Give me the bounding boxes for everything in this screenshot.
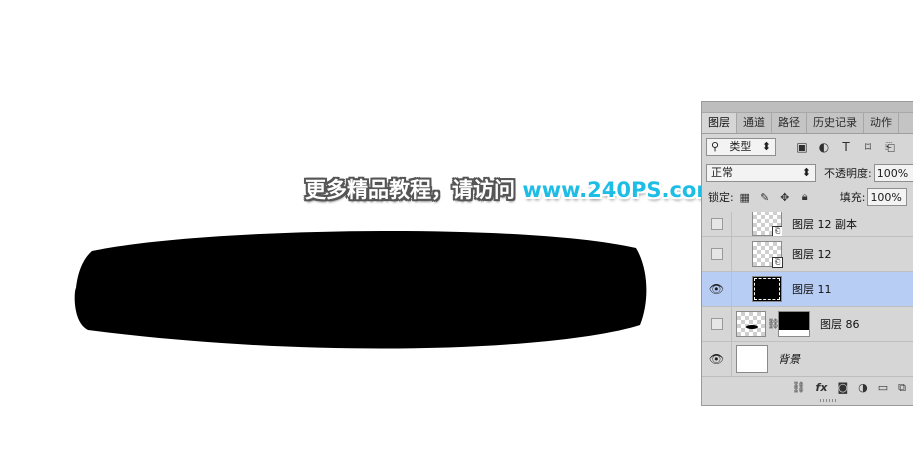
lock-label: 锁定:	[708, 191, 734, 204]
image-filter-icon[interactable]: ▣	[794, 139, 810, 155]
layer-name: 图层 11	[792, 283, 832, 296]
layer-row-selected[interactable]: 👁︎ 图层 11	[702, 272, 913, 307]
layer-name: 图层 12	[792, 248, 832, 261]
updown-arrows-icon: ⬍	[761, 140, 771, 153]
hidden-box-icon	[710, 248, 723, 260]
blend-row: 正常 ⬍ 不透明度: 100%	[702, 160, 913, 186]
layers-panel: 图层 通道 路径 历史记录 动作 ⚲ 类型 ⬍ ▣ ◐ T ⌑ ⎗ 正常 ⬍ 不…	[701, 101, 913, 406]
watermark: 更多精品教程，请访问 www.240PS.com	[305, 174, 718, 206]
filter-type-label: 类型	[729, 140, 752, 153]
filter-row: ⚲ 类型 ⬍ ▣ ◐ T ⌑ ⎗	[702, 134, 913, 160]
tab-actions[interactable]: 动作	[864, 113, 899, 133]
visibility-toggle[interactable]: 👁︎	[702, 342, 732, 376]
filter-type-select[interactable]: ⚲ 类型 ⬍	[706, 138, 776, 156]
tab-channels[interactable]: 通道	[737, 113, 772, 133]
search-icon: ⚲	[711, 140, 720, 153]
chain-link-icon[interactable]: ⛓	[767, 319, 780, 330]
lock-position-move-icon[interactable]: ✥	[778, 190, 792, 204]
layer-thumbnail	[736, 311, 766, 337]
eye-icon: 👁︎	[708, 352, 725, 366]
smart-object-filter-icon[interactable]: ⎗	[882, 139, 898, 155]
layer-name: 图层 86	[820, 318, 860, 331]
new-layer-icon[interactable]: ⧉	[898, 381, 906, 395]
visibility-toggle[interactable]: 👁︎	[702, 272, 732, 306]
lock-icons: ▦ ✎ ✥ 🔒︎	[738, 190, 812, 204]
opacity-input[interactable]: 100%	[873, 164, 913, 182]
shape-filter-icon[interactable]: ⌑	[860, 139, 876, 155]
smart-object-badge-icon: ⎗	[772, 257, 783, 268]
lock-row: 锁定: ▦ ✎ ✥ 🔒︎ 填充: 100%	[702, 186, 913, 208]
visibility-toggle[interactable]	[702, 237, 732, 271]
watermark-url: www.240PS.com	[522, 178, 719, 202]
filter-icons: ▣ ◐ T ⌑ ⎗	[794, 139, 898, 155]
layer-row[interactable]: ⛓ 图层 86	[702, 307, 913, 342]
fx-icon[interactable]: fx	[816, 381, 828, 394]
panel-footer: ⛓ fx ◙ ◑ ▭ ⧉	[702, 376, 913, 398]
hidden-box-icon	[710, 318, 723, 330]
lock-all-icon[interactable]: 🔒︎	[798, 190, 812, 204]
layer-row[interactable]: 👁︎ 背景	[702, 342, 913, 377]
watermark-text: 更多精品教程，请访问	[305, 178, 523, 202]
add-mask-icon[interactable]: ◙	[837, 381, 848, 394]
layer-thumbnail: ⎗	[752, 241, 783, 268]
shape-preview	[746, 325, 758, 329]
eye-icon: 👁︎	[708, 282, 725, 296]
tab-paths[interactable]: 路径	[772, 113, 807, 133]
link-layers-icon[interactable]: ⛓	[792, 381, 806, 394]
layer-name: 图层 12 副本	[792, 218, 857, 231]
adjustment-filter-icon[interactable]: ◐	[816, 139, 832, 155]
smart-object-badge-icon: ⎗	[772, 226, 782, 236]
layer-thumbnail	[736, 345, 768, 373]
layer-name: 背景	[778, 353, 800, 366]
blend-mode-select[interactable]: 正常 ⬍	[706, 164, 816, 182]
hidden-box-icon	[710, 218, 723, 230]
fill-label: 填充:	[839, 191, 866, 204]
lock-pixels-brush-icon[interactable]: ✎	[758, 190, 772, 204]
layer-list: ⎗ 图层 12 副本 ⎗ 图层 12 👁︎ 图层 11 ⛓ 图层 86 👁︎ 背…	[702, 212, 913, 377]
blend-mode-value: 正常	[711, 166, 733, 179]
fill-input[interactable]: 100%	[867, 188, 908, 206]
updown-arrows-icon: ⬍	[801, 166, 811, 179]
layer-thumbnail	[752, 276, 782, 302]
visibility-toggle[interactable]	[702, 212, 732, 236]
panel-title-bar[interactable]	[702, 102, 913, 113]
layer-row[interactable]: ⎗ 图层 12 副本	[702, 212, 913, 237]
type-filter-icon[interactable]: T	[838, 139, 854, 155]
tab-history[interactable]: 历史记录	[807, 113, 864, 133]
lock-transparency-icon[interactable]: ▦	[738, 190, 752, 204]
new-group-icon[interactable]: ▭	[878, 381, 888, 394]
tab-layers[interactable]: 图层	[702, 113, 737, 133]
layer-row[interactable]: ⎗ 图层 12	[702, 237, 913, 272]
adjustment-layer-icon[interactable]: ◑	[858, 381, 868, 394]
resize-grip[interactable]	[820, 399, 838, 402]
panel-tabs: 图层 通道 路径 历史记录 动作	[702, 113, 913, 134]
layer-mask-thumbnail[interactable]	[778, 311, 810, 337]
layer-thumbnail: ⎗	[752, 212, 782, 236]
opacity-label: 不透明度:	[824, 167, 872, 180]
visibility-toggle[interactable]	[702, 307, 732, 341]
